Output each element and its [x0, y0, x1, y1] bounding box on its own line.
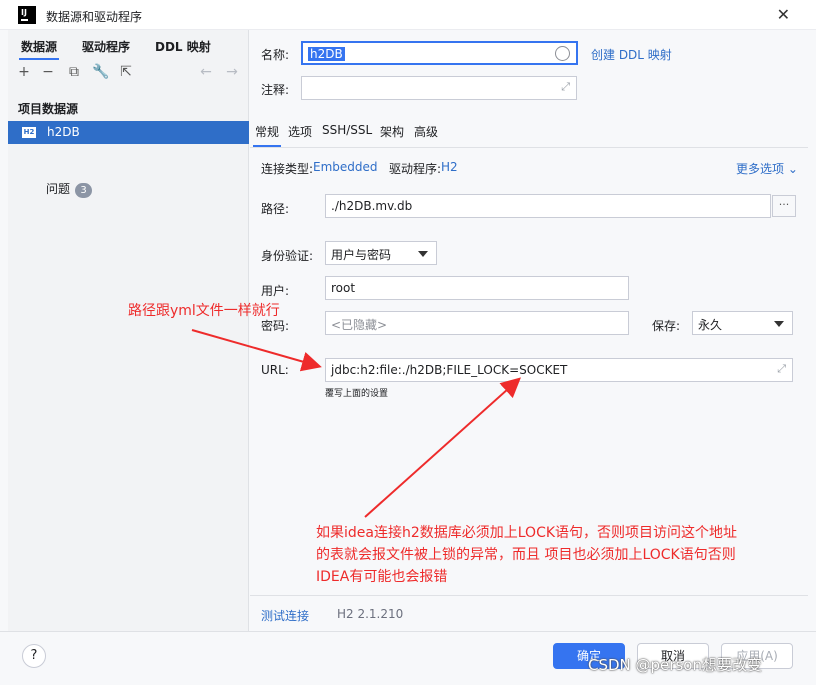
- driver-version: H2 2.1.210: [337, 607, 404, 621]
- annotation-path-note: 路径跟yml文件一样就行: [128, 303, 280, 319]
- bottom-bar: ? 确定 取消 应用(A) CSDN @person想要改变: [0, 631, 816, 685]
- divider: [250, 595, 808, 596]
- back-arrow-icon[interactable]: ←: [198, 64, 214, 82]
- expand-icon[interactable]: ⤢: [777, 362, 786, 376]
- save-dropdown[interactable]: 永久: [692, 311, 793, 335]
- expand-icon[interactable]: ⤢: [561, 80, 570, 94]
- help-button[interactable]: ?: [22, 644, 46, 668]
- add-icon[interactable]: +: [16, 64, 32, 82]
- problems-label: 问题: [46, 182, 71, 196]
- save-value: 永久: [698, 318, 723, 332]
- dropdown-arrow-icon: [774, 321, 784, 327]
- problems-item[interactable]: 问题 3: [46, 180, 93, 198]
- name-value: h2DB: [308, 47, 345, 61]
- problems-count-badge: 3: [75, 183, 93, 198]
- url-field[interactable]: jdbc:h2:file:./h2DB;FILE_LOCK=SOCKET ⤢: [325, 358, 793, 382]
- more-options-label: 更多选项: [736, 162, 785, 176]
- user-field[interactable]: root: [325, 276, 629, 300]
- left-tabs: 数据源 驱动程序 DDL 映射: [8, 30, 249, 60]
- driver-label: 驱动程序:: [389, 162, 442, 176]
- driver-value[interactable]: H2: [441, 160, 458, 174]
- datasource-item-h2db[interactable]: H2 h2DB: [8, 121, 249, 144]
- comment-label: 注释:: [261, 83, 290, 97]
- chevron-down-icon: ⌄: [787, 162, 798, 176]
- color-circle-icon[interactable]: [555, 46, 570, 61]
- title-bar: IJ 数据源和驱动程序 ✕: [0, 0, 816, 30]
- datasource-label: h2DB: [47, 125, 80, 139]
- annotation-lock-note-1: 如果idea连接h2数据库必须加上LOCK语句，否则项目访问这个地址: [316, 525, 738, 541]
- create-ddl-mapping-link[interactable]: 创建 DDL 映射: [591, 46, 672, 63]
- dropdown-arrow-icon: [418, 251, 428, 257]
- copy-icon[interactable]: ⧉: [66, 64, 82, 82]
- intellij-logo-icon: IJ: [18, 6, 36, 24]
- tab-drivers[interactable]: 驱动程序: [82, 38, 130, 55]
- connection-type-label: 连接类型:: [261, 162, 314, 176]
- path-field[interactable]: ./h2DB.mv.db: [325, 194, 771, 218]
- tab-options[interactable]: 选项: [288, 123, 312, 140]
- open-external-icon[interactable]: ⇱: [118, 64, 134, 82]
- window-title: 数据源和驱动程序: [46, 10, 143, 24]
- settings-tabs: 常规 选项 SSH/SSL 架构 高级: [250, 118, 808, 148]
- remove-icon[interactable]: −: [40, 64, 56, 82]
- url-value: jdbc:h2:file:./h2DB;FILE_LOCK=SOCKET: [331, 363, 568, 377]
- url-override-hint: 覆写上面的设置: [325, 389, 389, 399]
- tab-data-sources[interactable]: 数据源: [18, 38, 60, 60]
- test-connection-link[interactable]: 测试连接: [261, 607, 309, 624]
- auth-value: 用户与密码: [331, 248, 392, 262]
- tab-advanced[interactable]: 高级: [414, 123, 438, 140]
- tab-ssh-ssl[interactable]: SSH/SSL: [322, 123, 372, 137]
- annotation-lock-note-3: IDEA有可能也会报错: [316, 569, 448, 585]
- save-label: 保存:: [652, 319, 681, 333]
- project-data-sources-heading: 项目数据源: [18, 102, 79, 116]
- wrench-icon[interactable]: 🔧: [92, 64, 109, 82]
- connection-type-value[interactable]: Embedded: [313, 160, 378, 174]
- auth-dropdown[interactable]: 用户与密码: [325, 241, 437, 265]
- left-toolbar: + − ⧉ 🔧 ⇱ ← →: [8, 62, 249, 86]
- name-field[interactable]: h2DB: [301, 41, 578, 65]
- auth-label: 身份验证:: [261, 249, 314, 263]
- url-label: URL:: [261, 363, 289, 377]
- browse-path-button[interactable]: ···: [772, 195, 796, 217]
- left-pane: 数据源 驱动程序 DDL 映射 + − ⧉ 🔧 ⇱ ← → 项目数据源 H2 h…: [8, 30, 249, 631]
- name-label: 名称:: [261, 48, 290, 62]
- user-label: 用户:: [261, 284, 290, 298]
- path-label: 路径:: [261, 202, 290, 216]
- close-icon[interactable]: ✕: [777, 5, 790, 24]
- forward-arrow-icon[interactable]: →: [224, 64, 240, 82]
- tab-general[interactable]: 常规: [252, 123, 282, 147]
- h2-database-icon: H2: [22, 127, 36, 138]
- comment-field[interactable]: ⤢: [301, 76, 577, 100]
- annotation-lock-note-2: 的表就会报文件被上锁的异常，而且 项目也必须加上LOCK语句否则: [316, 547, 736, 563]
- csdn-watermark: CSDN @person想要改变: [588, 656, 762, 674]
- tab-schemas[interactable]: 架构: [380, 123, 404, 140]
- tab-ddl-mappings[interactable]: DDL 映射: [155, 38, 211, 55]
- password-field[interactable]: <已隐藏>: [325, 311, 629, 335]
- more-options-link[interactable]: 更多选项 ⌄: [736, 160, 798, 177]
